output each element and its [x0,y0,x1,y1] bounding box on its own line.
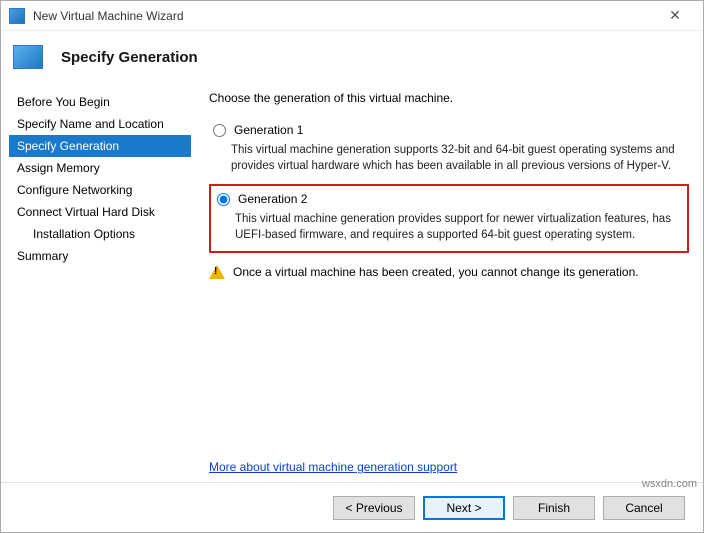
warning-text: Once a virtual machine has been created,… [233,265,639,279]
previous-button[interactable]: < Previous [333,496,415,520]
close-button[interactable]: ✕ [655,2,695,30]
app-icon [9,8,25,24]
generation-radio-group: Generation 1 This virtual machine genera… [209,119,689,253]
step-configure-networking[interactable]: Configure Networking [9,179,191,201]
warning-icon [209,265,225,279]
step-connect-vhd[interactable]: Connect Virtual Hard Disk [9,201,191,223]
generation-1-desc: This virtual machine generation supports… [231,143,689,174]
warning-row: Once a virtual machine has been created,… [209,265,689,279]
generation-1-label[interactable]: Generation 1 [234,123,303,137]
generation-2-radio[interactable] [217,193,230,206]
spacer [209,279,689,456]
wizard-header: Specify Generation [1,31,703,87]
step-assign-memory[interactable]: Assign Memory [9,157,191,179]
next-button[interactable]: Next > [423,496,505,520]
prompt-text: Choose the generation of this virtual ma… [209,91,689,105]
generation-2-desc: This virtual machine generation provides… [235,212,681,243]
wizard-body: Before You Begin Specify Name and Locati… [1,87,703,482]
step-summary[interactable]: Summary [9,245,191,267]
wizard-content: Choose the generation of this virtual ma… [191,87,695,482]
finish-button[interactable]: Finish [513,496,595,520]
generation-1-radio[interactable] [213,124,226,137]
generation-2-option: Generation 2 This virtual machine genera… [209,184,689,253]
step-installation-options[interactable]: Installation Options [9,223,191,245]
step-before-you-begin[interactable]: Before You Begin [9,91,191,113]
page-title: Specify Generation [61,49,198,66]
wizard-window: New Virtual Machine Wizard ✕ Specify Gen… [0,0,704,533]
watermark: wsxdn.com [642,478,697,490]
titlebar: New Virtual Machine Wizard ✕ [1,1,703,31]
generation-1-option: Generation 1 This virtual machine genera… [209,119,689,174]
more-about-link[interactable]: More about virtual machine generation su… [209,460,689,474]
cancel-button[interactable]: Cancel [603,496,685,520]
generation-2-label[interactable]: Generation 2 [238,192,307,206]
wizard-steps: Before You Begin Specify Name and Locati… [9,87,191,482]
step-specify-name[interactable]: Specify Name and Location [9,113,191,135]
step-specify-generation[interactable]: Specify Generation [9,135,191,157]
wizard-footer: < Previous Next > Finish Cancel [1,482,703,532]
wizard-icon [13,45,43,69]
window-title: New Virtual Machine Wizard [33,9,655,23]
